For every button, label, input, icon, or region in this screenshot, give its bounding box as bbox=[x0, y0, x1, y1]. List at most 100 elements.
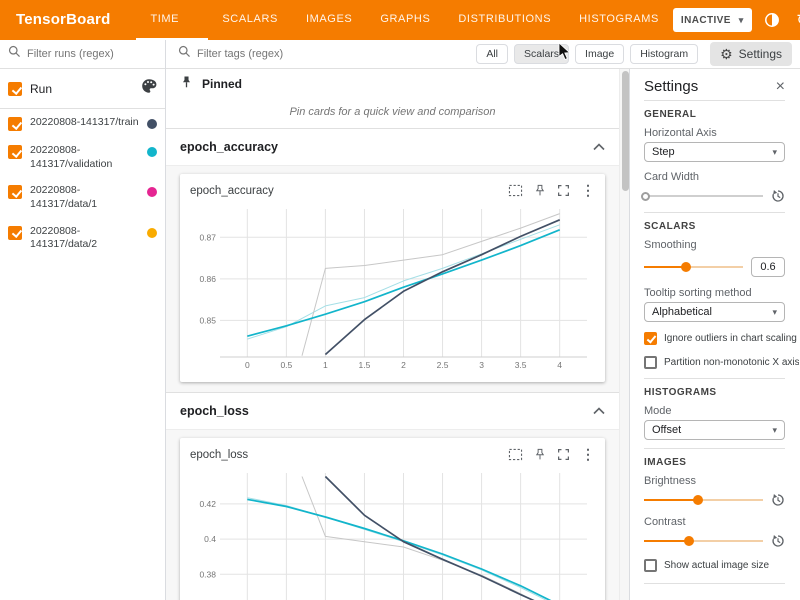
slider-thumb[interactable] bbox=[684, 536, 694, 546]
reload-status-dropdown[interactable]: INACTIVE ▾ bbox=[673, 8, 752, 32]
settings-button-label: Settings bbox=[739, 47, 782, 61]
slider-thumb[interactable] bbox=[693, 495, 703, 505]
card-width-slider[interactable] bbox=[644, 190, 763, 202]
pinned-empty-hint: Pin cards for a quick view and compariso… bbox=[166, 99, 619, 129]
svg-text:3.5: 3.5 bbox=[515, 360, 527, 370]
section-title: epoch_accuracy bbox=[180, 140, 278, 154]
select-all-runs-checkbox[interactable] bbox=[8, 82, 22, 96]
tab-images[interactable]: IMAGES bbox=[292, 0, 366, 40]
ignore-outliers-checkbox[interactable]: Ignore outliers in chart scaling bbox=[644, 331, 785, 346]
pinned-title: Pinned bbox=[202, 77, 242, 91]
tab-scalars[interactable]: SCALARS bbox=[208, 0, 292, 40]
epoch-loss-chart[interactable]: 00.511.522.533.540.360.380.40.42 bbox=[188, 467, 597, 600]
checkbox-icon bbox=[644, 332, 657, 345]
close-icon[interactable]: × bbox=[776, 79, 785, 95]
app-title: TensorBoard bbox=[16, 0, 110, 40]
reset-icon[interactable] bbox=[771, 493, 785, 507]
tags-toolbar: All Scalars Image Histogram ⚙ Settings bbox=[166, 40, 800, 69]
run-name: 20220808-141317/train bbox=[30, 116, 139, 130]
partition-x-axis-checkbox[interactable]: Partition non-monotonic X axis i bbox=[644, 355, 785, 370]
tab-graphs[interactable]: GRAPHS bbox=[366, 0, 444, 40]
show-actual-size-label: Show actual image size bbox=[664, 560, 769, 571]
filter-tags-input[interactable] bbox=[197, 48, 470, 60]
run-color-dot bbox=[147, 228, 157, 238]
scalars-section-title: SCALARS bbox=[644, 221, 785, 233]
epoch-accuracy-chart[interactable]: 00.511.522.533.540.850.860.87 bbox=[188, 203, 597, 378]
brightness-slider[interactable] bbox=[644, 494, 763, 506]
run-name: 20220808-141317/data/1 bbox=[30, 184, 139, 211]
horizontal-axis-select[interactable]: Step ▾ bbox=[644, 142, 785, 162]
reset-icon[interactable] bbox=[771, 534, 785, 548]
fullscreen-icon[interactable] bbox=[557, 184, 570, 197]
smoothing-slider[interactable] bbox=[644, 261, 743, 273]
chip-all[interactable]: All bbox=[476, 44, 508, 64]
checkbox-icon bbox=[644, 559, 657, 572]
run-checkbox[interactable] bbox=[8, 185, 22, 199]
chip-image[interactable]: Image bbox=[575, 44, 624, 64]
settings-panel: Settings × GENERAL Horizontal Axis Step … bbox=[629, 69, 799, 600]
histogram-mode-select[interactable]: Offset ▾ bbox=[644, 420, 785, 440]
chip-scalars[interactable]: Scalars bbox=[514, 44, 569, 64]
ignore-outliers-label: Ignore outliers in chart scaling bbox=[664, 333, 797, 344]
pinned-header: Pinned bbox=[166, 69, 619, 99]
run-row-train[interactable]: 20220808-141317/train bbox=[0, 109, 165, 137]
main-scrollbar[interactable] bbox=[619, 69, 629, 600]
more-options-icon[interactable]: ⋮ bbox=[581, 446, 595, 463]
scrollbar-thumb[interactable] bbox=[622, 71, 629, 191]
chevron-up-icon[interactable] bbox=[593, 138, 605, 156]
fit-to-domain-icon[interactable] bbox=[508, 448, 523, 461]
run-name: 20220808-141317/data/2 bbox=[30, 225, 139, 252]
tab-time-series[interactable]: TIME SERIES bbox=[136, 0, 208, 40]
tooltip-sorting-label: Tooltip sorting method bbox=[644, 287, 785, 300]
pin-icon bbox=[180, 75, 193, 94]
theme-toggle-icon[interactable] bbox=[761, 9, 783, 31]
card-title: epoch_accuracy bbox=[190, 185, 274, 197]
horizontal-axis-label: Horizontal Axis bbox=[644, 127, 785, 140]
search-icon bbox=[178, 45, 191, 63]
section-header-epoch-loss[interactable]: epoch_loss bbox=[166, 393, 619, 430]
pin-card-icon[interactable] bbox=[534, 448, 546, 461]
run-row-validation[interactable]: 20220808-141317/validation bbox=[0, 137, 165, 177]
tooltip-sorting-select[interactable]: Alphabetical ▾ bbox=[644, 302, 785, 322]
horizontal-axis-value: Step bbox=[652, 146, 675, 158]
reset-icon[interactable] bbox=[771, 189, 785, 203]
run-row-data-2[interactable]: 20220808-141317/data/2 bbox=[0, 218, 165, 258]
tab-distributions[interactable]: DISTRIBUTIONS bbox=[444, 0, 565, 40]
section-header-epoch-accuracy[interactable]: epoch_accuracy bbox=[166, 129, 619, 166]
settings-button[interactable]: ⚙ Settings bbox=[710, 42, 792, 66]
run-color-dot bbox=[147, 147, 157, 157]
card-title: epoch_loss bbox=[190, 449, 248, 461]
general-section-title: GENERAL bbox=[644, 109, 785, 121]
refresh-icon[interactable]: ↻ bbox=[792, 9, 800, 31]
gear-icon: ⚙ bbox=[720, 46, 733, 63]
svg-text:1: 1 bbox=[323, 360, 328, 370]
brightness-label: Brightness bbox=[644, 475, 785, 488]
filter-runs-input[interactable] bbox=[27, 48, 157, 60]
tab-histograms[interactable]: HISTOGRAMS bbox=[565, 0, 673, 40]
chevron-up-icon[interactable] bbox=[593, 402, 605, 420]
run-checkbox[interactable] bbox=[8, 226, 22, 240]
svg-text:4: 4 bbox=[557, 360, 562, 370]
run-row-data-1[interactable]: 20220808-141317/data/1 bbox=[0, 177, 165, 217]
slider-thumb[interactable] bbox=[641, 192, 650, 201]
svg-text:3: 3 bbox=[479, 360, 484, 370]
run-checkbox[interactable] bbox=[8, 117, 22, 131]
palette-icon[interactable] bbox=[141, 78, 157, 99]
run-checkbox[interactable] bbox=[8, 145, 22, 159]
contrast-slider[interactable] bbox=[644, 535, 763, 547]
run-name: 20220808-141317/validation bbox=[30, 144, 139, 171]
run-color-dot bbox=[147, 187, 157, 197]
smoothing-value-input[interactable]: 0.6 bbox=[751, 257, 785, 277]
section-body-epoch-loss: epoch_loss bbox=[166, 430, 619, 600]
fullscreen-icon[interactable] bbox=[557, 448, 570, 461]
more-options-icon[interactable]: ⋮ bbox=[581, 182, 595, 199]
chip-histogram[interactable]: Histogram bbox=[630, 44, 698, 64]
show-actual-size-checkbox[interactable]: Show actual image size bbox=[644, 558, 785, 573]
slider-thumb[interactable] bbox=[681, 262, 691, 272]
svg-text:0.86: 0.86 bbox=[199, 274, 216, 284]
pin-card-icon[interactable] bbox=[534, 184, 546, 197]
fit-to-domain-icon[interactable] bbox=[508, 184, 523, 197]
cards-area: Pinned Pin cards for a quick view and co… bbox=[166, 69, 619, 600]
contrast-label: Contrast bbox=[644, 516, 785, 529]
svg-text:0.42: 0.42 bbox=[199, 499, 216, 509]
